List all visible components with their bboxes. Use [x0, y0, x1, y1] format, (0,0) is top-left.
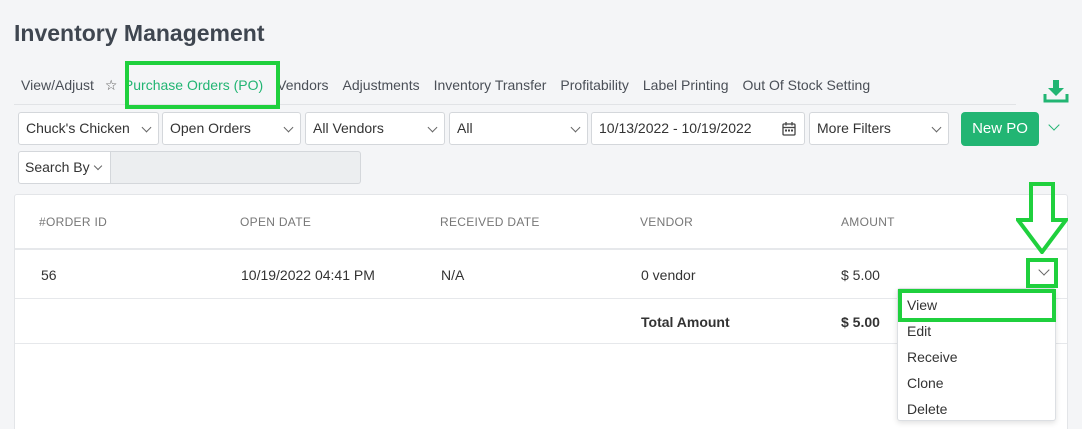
menu-item-edit[interactable]: Edit: [907, 323, 931, 339]
search-input[interactable]: [111, 151, 361, 184]
store-select[interactable]: Chuck's Chicken: [18, 112, 159, 145]
chevron-down-icon: [427, 122, 438, 133]
menu-item-clone[interactable]: Clone: [907, 375, 944, 391]
cell-received-date: N/A: [441, 267, 465, 283]
menu-item-view[interactable]: View: [907, 297, 937, 313]
column-header-vendor[interactable]: VENDOR: [640, 215, 693, 229]
chevron-down-icon: [931, 122, 942, 133]
column-header-order-id[interactable]: #ORDER ID: [39, 215, 107, 229]
tab-adjustments[interactable]: Adjustments: [336, 66, 427, 104]
tab-view-adjust[interactable]: View/Adjust: [14, 66, 101, 104]
tab-profitability[interactable]: Profitability: [553, 66, 635, 104]
tab-out-of-stock-setting[interactable]: Out Of Stock Setting: [736, 66, 878, 104]
cell-order-id: 56: [41, 267, 57, 283]
more-filters-select[interactable]: More Filters: [809, 112, 949, 145]
new-po-button[interactable]: New PO: [961, 112, 1039, 146]
cell-open-date: 10/19/2022 04:41 PM: [241, 267, 375, 283]
vendor-select-value: All Vendors: [313, 120, 384, 136]
chevron-down-icon[interactable]: [1048, 119, 1060, 131]
header-divider: [15, 248, 1067, 250]
date-range-value: 10/13/2022 - 10/19/2022: [599, 120, 752, 136]
chevron-down-icon: [570, 122, 581, 133]
column-header-received-date[interactable]: RECEIVED DATE: [440, 215, 540, 229]
tab-vendors[interactable]: Vendors: [270, 66, 335, 104]
status-select-value: Open Orders: [170, 120, 251, 136]
vendor-select[interactable]: All Vendors: [305, 112, 445, 145]
tab-purchase-orders[interactable]: Purchase Orders (PO): [117, 66, 270, 104]
type-select-value: All: [457, 120, 473, 136]
tab-divider: [14, 104, 1016, 105]
calendar-icon: [782, 122, 796, 136]
status-select[interactable]: Open Orders: [162, 112, 301, 145]
store-select-value: Chuck's Chicken: [26, 120, 130, 136]
chevron-down-icon: [283, 122, 294, 133]
type-select[interactable]: All: [449, 112, 588, 145]
page-title: Inventory Management: [14, 20, 265, 46]
search-by-label: Search By: [25, 159, 90, 175]
row-actions-menu: View Edit Receive Clone Delete: [897, 288, 1056, 421]
more-filters-label: More Filters: [817, 120, 891, 136]
total-amount-value: $ 5.00: [841, 314, 880, 330]
annotation-arrow-icon: [1016, 182, 1068, 254]
chevron-down-icon: [93, 161, 103, 171]
tab-label-printing[interactable]: Label Printing: [636, 66, 736, 104]
download-icon[interactable]: [1043, 78, 1069, 104]
column-header-open-date[interactable]: OPEN DATE: [240, 215, 311, 229]
tab-inventory-transfer[interactable]: Inventory Transfer: [427, 66, 554, 104]
row-actions-toggle[interactable]: [1031, 260, 1057, 286]
menu-item-delete[interactable]: Delete: [907, 401, 947, 417]
chevron-down-icon: [1038, 264, 1050, 276]
total-amount-label: Total Amount: [641, 314, 730, 330]
cell-vendor: 0 vendor: [641, 267, 696, 283]
menu-item-receive[interactable]: Receive: [907, 349, 958, 365]
date-range-picker[interactable]: 10/13/2022 - 10/19/2022: [591, 112, 805, 145]
cell-amount: $ 5.00: [841, 267, 880, 283]
chevron-down-icon: [141, 122, 152, 133]
column-header-amount[interactable]: AMOUNT: [841, 215, 895, 229]
search-by-select[interactable]: Search By: [18, 151, 111, 184]
tab-bar: View/Adjust ☆ Purchase Orders (PO) Vendo…: [14, 66, 877, 104]
